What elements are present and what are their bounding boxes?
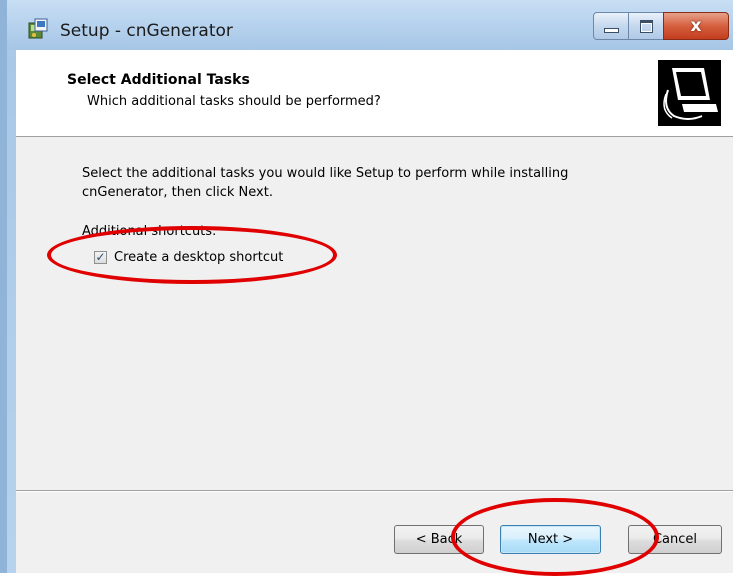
window-title: Setup - cnGenerator — [60, 21, 233, 41]
checkmark-icon: ✓ — [95, 250, 106, 264]
wizard-computer-image — [658, 60, 721, 126]
desktop-shortcut-checkbox[interactable]: ✓ — [94, 250, 107, 264]
close-icon: x — [690, 16, 702, 36]
footer-divider — [16, 490, 733, 492]
instructions-line-2: cnGenerator, then click Next. — [82, 185, 273, 200]
maximize-icon — [639, 19, 653, 33]
back-button[interactable]: < Back — [394, 525, 484, 554]
desktop-shortcut-label[interactable]: Create a desktop shortcut — [114, 250, 283, 265]
setup-window: Setup - cnGenerator x Select Additional … — [0, 0, 733, 573]
instructions-line-1: Select the additional tasks you would li… — [82, 166, 569, 181]
minimize-icon — [603, 27, 619, 33]
additional-shortcuts-label: Additional shortcuts: — [82, 224, 217, 239]
maximize-button[interactable] — [628, 12, 664, 40]
desktop-shortcut-option[interactable]: ✓ Create a desktop shortcut — [94, 248, 283, 266]
dialog-client-area: Select Additional Tasks Which additional… — [16, 50, 733, 573]
close-button[interactable]: x — [663, 12, 729, 40]
instructions-text: Select the additional tasks you would li… — [82, 164, 642, 202]
wizard-header: Select Additional Tasks Which additional… — [16, 50, 733, 137]
setup-app-icon — [28, 18, 48, 39]
page-subtitle: Which additional tasks should be perform… — [87, 94, 381, 109]
cancel-button[interactable]: Cancel — [628, 525, 722, 554]
title-bar[interactable]: Setup - cnGenerator x — [7, 0, 733, 50]
next-button[interactable]: Next > — [500, 525, 601, 554]
minimize-button[interactable] — [593, 12, 629, 40]
page-title: Select Additional Tasks — [67, 72, 250, 88]
